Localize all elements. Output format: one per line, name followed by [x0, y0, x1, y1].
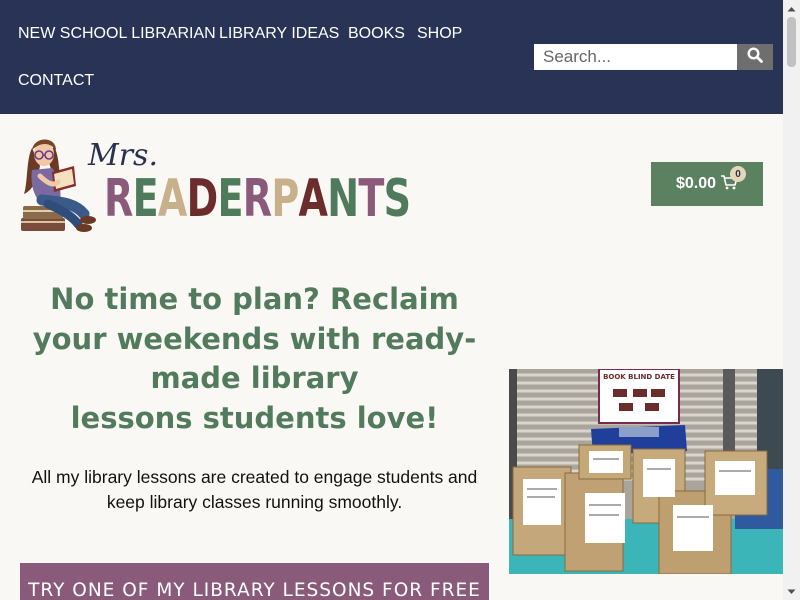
hero-description: All my library lessons are created to en… [31, 467, 478, 512]
logo-letter: R [104, 169, 133, 229]
hero-title-line: No time to plan? Reclaim [50, 282, 459, 316]
scroll-down-arrow-icon[interactable] [783, 583, 800, 600]
page-scrollbar[interactable] [783, 0, 800, 600]
logo-letter: P [271, 169, 299, 229]
hero-title-line: made library [150, 361, 359, 395]
logo-letter: A [157, 169, 187, 229]
free-lesson-cta-button[interactable]: TRY ONE OF MY LIBRARY LESSONS FOR FREE [20, 563, 489, 600]
photo-sign-title: BOOK BLIND DATE [603, 373, 675, 381]
nav-link-library-ideas[interactable]: LIBRARY IDEAS [219, 25, 339, 43]
cart-total: $0.00 [675, 175, 717, 192]
nav-link-books[interactable]: BOOKS [348, 25, 405, 43]
scrollbar-thumb[interactable] [787, 17, 796, 67]
cart-button[interactable]: $0.00 0 [651, 162, 763, 206]
logo-letter: N [327, 169, 359, 229]
top-navigation: NEW SCHOOL LIBRARIAN LIBRARY IDEAS BOOKS… [0, 0, 783, 114]
logo-letter: T [358, 169, 384, 229]
logo-letter: A [298, 169, 328, 229]
hero-title-line: your weekends with ready- [32, 321, 477, 356]
magnifier-icon [747, 46, 763, 68]
search-form [534, 44, 773, 70]
logo-letter: R [242, 169, 272, 229]
hero-title: No time to plan? Reclaim your weekends w… [20, 280, 489, 438]
logo-wordmark: READERPANTS [104, 169, 411, 229]
book-blind-date-image [509, 369, 783, 574]
nav-link-new-school-librarian[interactable]: NEW SCHOOL LIBRARIAN [18, 25, 216, 43]
logo-letter: E [217, 169, 243, 229]
nav-link-shop[interactable]: SHOP [417, 25, 462, 43]
scroll-up-arrow-icon[interactable] [783, 0, 800, 17]
logo-prefix: Mrs. [88, 138, 158, 173]
logo-letter: S [383, 169, 411, 229]
search-input[interactable] [534, 44, 737, 70]
cart-count-badge: 0 [730, 166, 746, 182]
hero-title-line: lessons students love! [70, 400, 439, 435]
logo-letter: E [132, 169, 159, 229]
nav-link-contact[interactable]: CONTACT [18, 72, 94, 90]
site-logo[interactable]: Mrs. READERPANTS [18, 132, 411, 237]
logo-letter: D [186, 169, 219, 229]
book-blind-date-photo: BOOK BLIND DATE [509, 369, 783, 574]
search-button[interactable] [737, 44, 773, 70]
